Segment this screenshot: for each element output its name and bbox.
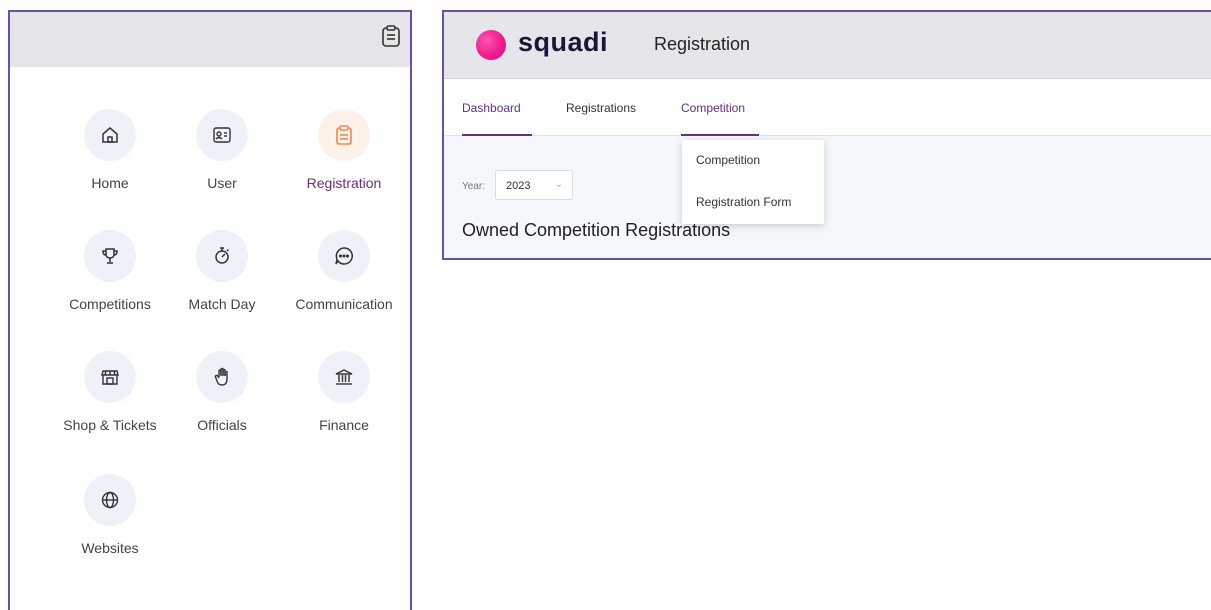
year-value: 2023 [506, 180, 531, 192]
dropdown-item-competition[interactable]: Competition [696, 153, 760, 167]
squadi-logo-icon[interactable] [476, 30, 506, 60]
menu-tile-match-day[interactable]: Match Day [157, 230, 287, 312]
menu-header [10, 12, 410, 67]
menu-tile-label: Shop & Tickets [63, 417, 157, 433]
menu-tile-label: Match Day [188, 296, 256, 312]
year-select[interactable]: 2023 ⌄ [495, 170, 573, 200]
app-window: squadi Registration Dashboard Registrati… [442, 10, 1211, 260]
menu-tile-label: Home [91, 175, 129, 191]
shop-icon [84, 351, 136, 403]
trophy-icon [84, 230, 136, 282]
hand-icon [196, 351, 248, 403]
menu-tile-shop-tickets[interactable]: Shop & Tickets [45, 351, 175, 433]
menu-tile-label: Officials [197, 417, 247, 433]
nav-tabs: Dashboard Registrations Competition [444, 79, 1211, 136]
menu-tile-websites[interactable]: Websites [45, 474, 175, 556]
stopwatch-icon [196, 230, 248, 282]
chat-icon [318, 230, 370, 282]
menu-tile-label: Registration [306, 175, 382, 191]
menu-tile-competitions[interactable]: Competitions [45, 230, 175, 312]
menu-tile-finance[interactable]: Finance [279, 351, 409, 433]
chevron-down-icon: ⌄ [554, 179, 563, 190]
bank-icon [318, 351, 370, 403]
page-title: Registration [654, 34, 751, 54]
tab-registrations[interactable]: Registrations [566, 101, 636, 115]
menu-tile-label: User [207, 175, 237, 191]
tab-underline-dashboard [462, 134, 532, 136]
logo-text[interactable]: squadi [518, 27, 608, 58]
year-label: Year: [462, 181, 485, 192]
menu-tile-label: Competitions [69, 296, 151, 312]
app-header: squadi Registration [444, 12, 1211, 79]
menu-tile-label: Communication [295, 296, 393, 312]
id-card-icon [196, 109, 248, 161]
menu-tile-label: Websites [81, 540, 139, 556]
menu-tile-user[interactable]: User [157, 109, 287, 191]
tab-dashboard[interactable]: Dashboard [462, 101, 521, 115]
dropdown-item-registration-form[interactable]: Registration Form [696, 195, 791, 209]
menu-tile-officials[interactable]: Officials [157, 351, 287, 433]
tab-competition[interactable]: Competition [681, 101, 745, 115]
app-menu-panel: Home User Registration Competitions Matc… [8, 10, 412, 610]
home-icon [84, 109, 136, 161]
globe-icon [84, 474, 136, 526]
clipboard-icon[interactable] [378, 22, 404, 50]
clipboard-icon [318, 109, 370, 161]
competition-dropdown-menu: Competition Registration Form [682, 140, 824, 224]
tab-underline-competition [681, 134, 759, 136]
menu-tile-registration[interactable]: Registration [279, 109, 409, 191]
menu-tile-label: Finance [319, 417, 369, 433]
menu-tile-home[interactable]: Home [45, 109, 175, 191]
menu-tile-communication[interactable]: Communication [279, 230, 409, 312]
